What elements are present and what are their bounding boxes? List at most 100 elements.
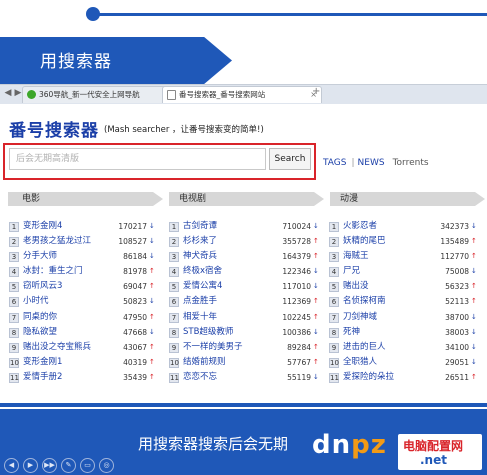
view-count: 135489: [440, 237, 469, 247]
item-title-link[interactable]: 海贼王: [343, 249, 369, 264]
item-title-link[interactable]: 古剑奇谭: [183, 219, 217, 234]
trend-up-icon: ↑: [313, 237, 319, 246]
site-logo[interactable]: 番号搜索器: [9, 116, 99, 141]
watermark-logo: dnpz: [312, 430, 387, 460]
list-item[interactable]: 7 同桌的你 47950 ↑: [9, 310, 157, 325]
item-title-link[interactable]: 尸兄: [343, 264, 360, 279]
list-item[interactable]: 2 杉杉来了 355728 ↑: [169, 234, 319, 249]
item-title-link[interactable]: 终极x宿舍: [183, 264, 222, 279]
list-item[interactable]: 4 冰封：重生之门 81978 ↑: [9, 264, 157, 279]
anime-ranking-list: 1 火影忍者 342373 ↓ 2 妖精的尾巴 135489 ↑ 3 海贼王 112770 ↑ 4 尸兄 7…: [329, 219, 479, 385]
list-item[interactable]: 6 名侦探柯南 52113 ↑: [329, 294, 479, 309]
next-slide-icon[interactable]: ▶: [23, 458, 38, 473]
item-title-link[interactable]: 杉杉来了: [183, 234, 217, 249]
back-icon[interactable]: ◀: [3, 88, 13, 98]
list-item[interactable]: 1 变形金刚4 170217 ↓: [9, 219, 157, 234]
item-title-link[interactable]: 刀剑神域: [343, 310, 377, 325]
zoom-icon[interactable]: ◎: [99, 458, 114, 473]
list-item[interactable]: 5 窃听风云3 69047 ↑: [9, 279, 157, 294]
item-title-link[interactable]: 隐私欲望: [23, 325, 57, 340]
torrents-link[interactable]: Torrents: [393, 158, 429, 168]
item-title-link[interactable]: 名侦探柯南: [343, 294, 386, 309]
item-title-link[interactable]: 妖精的尾巴: [343, 234, 386, 249]
item-title-link[interactable]: 变形金刚1: [23, 355, 62, 370]
list-item[interactable]: 5 赌出没 56323 ↑: [329, 279, 479, 294]
item-title-link[interactable]: 死神: [343, 325, 360, 340]
screen-icon[interactable]: ▭: [80, 458, 95, 473]
item-title-link[interactable]: 全职猎人: [343, 355, 377, 370]
list-item[interactable]: 5 爱情公寓4 117010 ↓: [169, 279, 319, 294]
item-title-link[interactable]: 进击的巨人: [343, 340, 386, 355]
search-button[interactable]: Search: [269, 148, 311, 170]
column-header-tv[interactable]: 电视剧: [169, 192, 324, 206]
item-title-link[interactable]: 相爱十年: [183, 310, 217, 325]
item-title-link[interactable]: STB超级教师: [183, 325, 233, 340]
tab-search-site[interactable]: 番号搜索器_番号搜索网站 ×: [162, 86, 322, 103]
rank-badge: 10: [329, 357, 339, 368]
list-item[interactable]: 1 古剑奇谭 710024 ↓: [169, 219, 319, 234]
banner-title: 用搜索器: [40, 52, 112, 72]
list-item[interactable]: 10 变形金刚1 40319 ↑: [9, 355, 157, 370]
list-item[interactable]: 9 进击的巨人 34100 ↓: [329, 340, 479, 355]
item-title-link[interactable]: 赌出没: [343, 279, 369, 294]
item-title-link[interactable]: 爱情公寓4: [183, 279, 222, 294]
list-item[interactable]: 7 刀剑神域 38700 ↓: [329, 310, 479, 325]
trend-down-icon: ↓: [313, 282, 319, 291]
item-title-link[interactable]: 冰封：重生之门: [23, 264, 83, 279]
list-item[interactable]: 3 海贼王 112770 ↑: [329, 249, 479, 264]
item-title-link[interactable]: 不一样的美男子: [183, 340, 243, 355]
item-title-link[interactable]: 赌出没之夺宝熊兵: [23, 340, 91, 355]
column-header-anime[interactable]: 动漫: [330, 192, 485, 206]
new-tab-button[interactable]: +: [312, 86, 320, 97]
list-item[interactable]: 6 点金胜手 112369 ↑: [169, 294, 319, 309]
item-title-link[interactable]: 老男孩之猛龙过江: [23, 234, 91, 249]
list-item[interactable]: 11 爱情手册2 35439 ↑: [9, 370, 157, 385]
search-input[interactable]: [9, 148, 266, 170]
title-banner: [0, 37, 232, 84]
trend-down-icon: ↓: [149, 252, 155, 261]
list-item[interactable]: 11 恋恋不忘 55119 ↓: [169, 370, 319, 385]
tab-360-nav[interactable]: 360导航_新一代安全上网导航 ×: [22, 86, 175, 103]
list-item[interactable]: 10 结婚前规则 57767 ↑: [169, 355, 319, 370]
list-item[interactable]: 3 神犬奇兵 164379 ↑: [169, 249, 319, 264]
column-header-movies[interactable]: 电影: [8, 192, 163, 206]
list-item[interactable]: 2 老男孩之猛龙过江 108527 ↓: [9, 234, 157, 249]
list-item[interactable]: 11 爱探险的朵拉 26511 ↑: [329, 370, 479, 385]
rank-badge: 4: [169, 267, 179, 278]
item-title-link[interactable]: 同桌的你: [23, 310, 57, 325]
list-item[interactable]: 4 终极x宿舍 122346 ↓: [169, 264, 319, 279]
item-title-link[interactable]: 点金胜手: [183, 294, 217, 309]
trend-down-icon: ↓: [313, 267, 319, 276]
list-item[interactable]: 8 STB超级教师 100386 ↓: [169, 325, 319, 340]
watermark-cn-text: 电脑配置网: [403, 439, 464, 453]
news-link[interactable]: NEWS: [358, 158, 385, 168]
play-icon[interactable]: ▶▶: [42, 458, 57, 473]
item-title-link[interactable]: 恋恋不忘: [183, 370, 217, 385]
item-title-link[interactable]: 变形金刚4: [23, 219, 62, 234]
list-item[interactable]: 3 分手大师 86184 ↓: [9, 249, 157, 264]
item-title-link[interactable]: 小时代: [23, 294, 49, 309]
pen-icon[interactable]: ✎: [61, 458, 76, 473]
item-title-link[interactable]: 爱探险的朵拉: [343, 370, 394, 385]
item-title-link[interactable]: 爱情手册2: [23, 370, 62, 385]
list-item[interactable]: 6 小时代 50823 ↓: [9, 294, 157, 309]
list-item[interactable]: 8 隐私欲望 47668 ↓: [9, 325, 157, 340]
item-title-link[interactable]: 分手大师: [23, 249, 57, 264]
list-item[interactable]: 9 不一样的美男子 89284 ↑: [169, 340, 319, 355]
list-item[interactable]: 7 相爱十年 102245 ↑: [169, 310, 319, 325]
item-title-link[interactable]: 火影忍者: [343, 219, 377, 234]
tags-link[interactable]: TAGS: [323, 158, 346, 168]
list-item[interactable]: 1 火影忍者 342373 ↓: [329, 219, 479, 234]
trend-up-icon: ↑: [313, 252, 319, 261]
trend-down-icon: ↓: [313, 222, 319, 230]
item-title-link[interactable]: 神犬奇兵: [183, 249, 217, 264]
item-title-link[interactable]: 结婚前规则: [183, 355, 226, 370]
list-item[interactable]: 9 赌出没之夺宝熊兵 43067 ↑: [9, 340, 157, 355]
list-item[interactable]: 8 死神 38003 ↓: [329, 325, 479, 340]
list-item[interactable]: 2 妖精的尾巴 135489 ↑: [329, 234, 479, 249]
list-item[interactable]: 10 全职猎人 29051 ↓: [329, 355, 479, 370]
item-title-link[interactable]: 窃听风云3: [23, 279, 62, 294]
trend-down-icon: ↓: [149, 327, 155, 336]
prev-slide-icon[interactable]: ◀: [4, 458, 19, 473]
list-item[interactable]: 4 尸兄 75008 ↓: [329, 264, 479, 279]
